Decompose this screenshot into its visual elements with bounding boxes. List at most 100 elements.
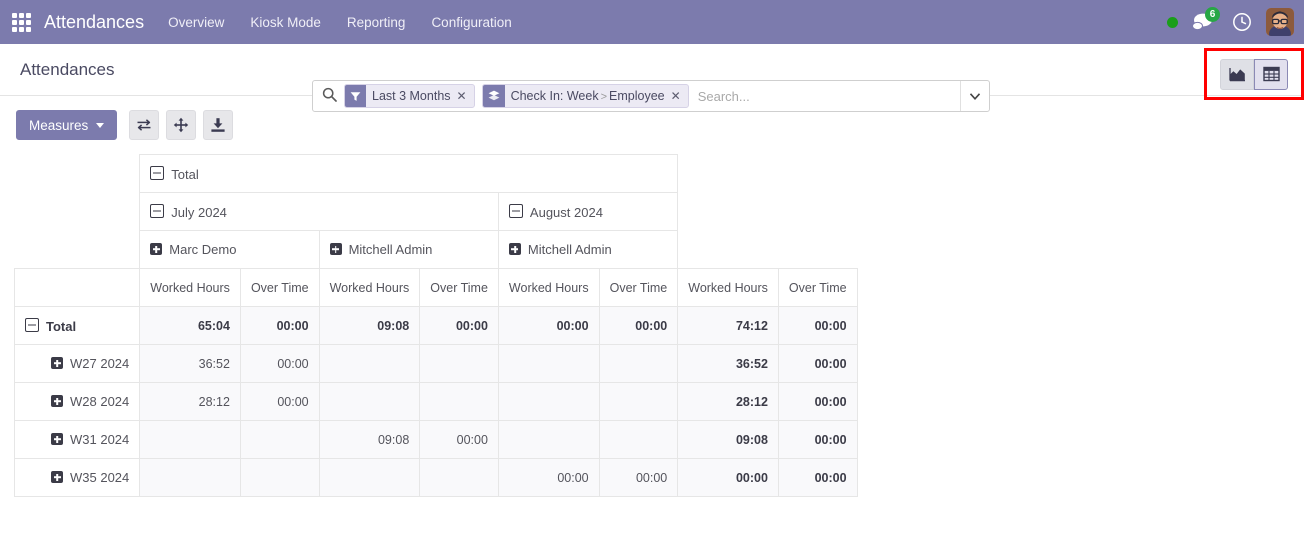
table-row: W27 2024 36:52 00:00 36:52 00:00 [13,344,858,383]
expand-plus-icon[interactable] [51,357,63,369]
facet-groupby-remove-icon[interactable]: ✕ [671,89,688,103]
cell-value-total[interactable]: 09:08 [677,420,779,459]
cell-value[interactable] [598,344,679,383]
cell-value[interactable]: 36:52 [139,344,241,383]
cell-value[interactable] [497,344,600,383]
cell-value-total[interactable]: 74:12 [677,306,779,345]
cell-value[interactable]: 09:08 [318,420,421,459]
cell-value[interactable] [497,382,600,421]
nav-item-reporting[interactable]: Reporting [345,11,408,34]
facet-filter-remove-icon[interactable]: ✕ [457,89,474,103]
control-panel: Attendances Last 3 Months ✕ Check In: We… [0,44,1304,112]
row-header-total[interactable]: Total [13,306,141,345]
col-group-august-2024[interactable]: August 2024 [497,192,679,231]
collapse-minus-icon[interactable] [150,203,165,218]
cell-value-total[interactable]: 00:00 [777,344,858,383]
cell-value[interactable]: 28:12 [139,382,241,421]
cell-value-total[interactable]: 28:12 [677,382,779,421]
cell-value-total[interactable]: 00:00 [777,382,858,421]
nav-item-configuration[interactable]: Configuration [429,11,513,34]
activity-clock-button[interactable] [1232,12,1252,32]
nav-item-kiosk-mode[interactable]: Kiosk Mode [248,11,323,34]
cell-value[interactable] [239,458,320,497]
cell-value[interactable]: 00:00 [598,458,679,497]
measure-header-over-time[interactable]: Over Time [239,268,320,307]
cell-value[interactable]: 00:00 [239,306,320,345]
cell-value[interactable] [419,344,499,383]
expand-plus-icon[interactable] [329,243,342,255]
cell-value[interactable]: 00:00 [419,420,499,459]
measure-header-over-time[interactable]: Over Time [419,268,499,307]
col-employee-marc-demo-july[interactable]: Marc Demo [139,230,320,269]
col-group-total-header[interactable]: Total [139,154,679,193]
expand-all-button[interactable] [166,110,197,140]
cell-value[interactable] [598,420,679,459]
col-employee-mitchell-admin-july[interactable]: Mitchell Admin [318,230,499,269]
apps-grid-icon[interactable] [8,9,34,35]
expand-plus-icon[interactable] [150,243,163,255]
cell-value-total[interactable]: 36:52 [677,344,779,383]
collapse-minus-icon[interactable] [150,165,165,180]
expand-plus-icon[interactable] [51,395,63,407]
presence-status-indicator[interactable] [1167,16,1178,28]
row-header-w31-2024[interactable]: W31 2024 [13,420,141,459]
search-input[interactable] [695,87,960,105]
expand-plus-icon[interactable] [508,243,521,255]
row-header-w27-2024[interactable]: W27 2024 [13,344,141,383]
measure-header-over-time[interactable]: Over Time [598,268,679,307]
pivot-total-corner-cell [677,154,858,193]
cell-value-total[interactable]: 00:00 [677,458,779,497]
cell-value[interactable]: 09:08 [318,306,421,345]
user-avatar[interactable] [1266,8,1294,36]
cell-value[interactable]: 00:00 [598,306,679,345]
collapse-minus-icon[interactable] [25,317,39,332]
cell-value[interactable] [139,420,241,459]
cell-value[interactable]: 00:00 [239,344,320,383]
cell-value[interactable] [419,458,499,497]
collapse-minus-icon[interactable] [508,203,523,218]
cell-value[interactable] [598,382,679,421]
measure-header-worked-hours[interactable]: Worked Hours [497,268,600,307]
cell-value[interactable]: 00:00 [497,458,600,497]
cell-value[interactable]: 00:00 [419,306,499,345]
cell-value[interactable]: 00:00 [497,306,600,345]
cell-value[interactable] [497,420,600,459]
measure-header-worked-hours[interactable]: Worked Hours [318,268,421,307]
search-facet-groupby[interactable]: Check In: Week > Employee ✕ [481,84,689,108]
search-facet-filter[interactable]: Last 3 Months ✕ [344,84,475,108]
measure-header-total-over-time[interactable]: Over Time [777,268,858,307]
pivot-view-button[interactable] [1254,58,1288,90]
col-group-july-2024[interactable]: July 2024 [139,192,499,231]
col-employee-mitchell-admin-august[interactable]: Mitchell Admin [497,230,679,269]
expand-plus-icon[interactable] [51,433,63,445]
measure-header-worked-hours[interactable]: Worked Hours [139,268,241,307]
flip-axis-button[interactable] [129,110,160,140]
cell-value[interactable] [419,382,499,421]
row-header-w28-2024[interactable]: W28 2024 [13,382,141,421]
cell-value-total[interactable]: 00:00 [777,458,858,497]
app-brand-title[interactable]: Attendances [44,12,144,33]
measures-dropdown-button[interactable]: Measures [16,110,118,140]
cell-value[interactable]: 65:04 [139,306,241,345]
measure-header-total-worked-hours[interactable]: Worked Hours [677,268,779,307]
row-header-label: W27 2024 [70,356,130,371]
cell-value[interactable] [139,458,241,497]
cell-value[interactable] [318,382,421,421]
cell-value-total[interactable]: 00:00 [777,306,858,345]
download-xlsx-button[interactable] [203,110,234,140]
cell-value-total[interactable]: 00:00 [777,420,858,459]
search-dropdown-toggle[interactable] [960,81,989,111]
cell-value[interactable]: 00:00 [239,382,320,421]
pivot-table-head: Total July 2024 August 2024 Marc Demo Mi… [13,154,858,307]
nav-item-overview[interactable]: Overview [166,11,226,34]
cell-value[interactable] [239,420,320,459]
cell-value[interactable] [318,344,421,383]
graph-view-button[interactable] [1220,58,1254,90]
cell-value[interactable] [318,458,421,497]
messaging-menu-button[interactable]: 6 [1192,7,1220,32]
expand-plus-icon[interactable] [51,471,63,483]
row-header-w35-2024[interactable]: W35 2024 [13,458,141,497]
measures-label: Measures [29,117,89,133]
table-row: W31 2024 09:08 00:00 09:08 00:00 [13,420,858,459]
table-row: Total 65:04 00:00 09:08 00:00 00:00 00:0… [13,306,858,345]
